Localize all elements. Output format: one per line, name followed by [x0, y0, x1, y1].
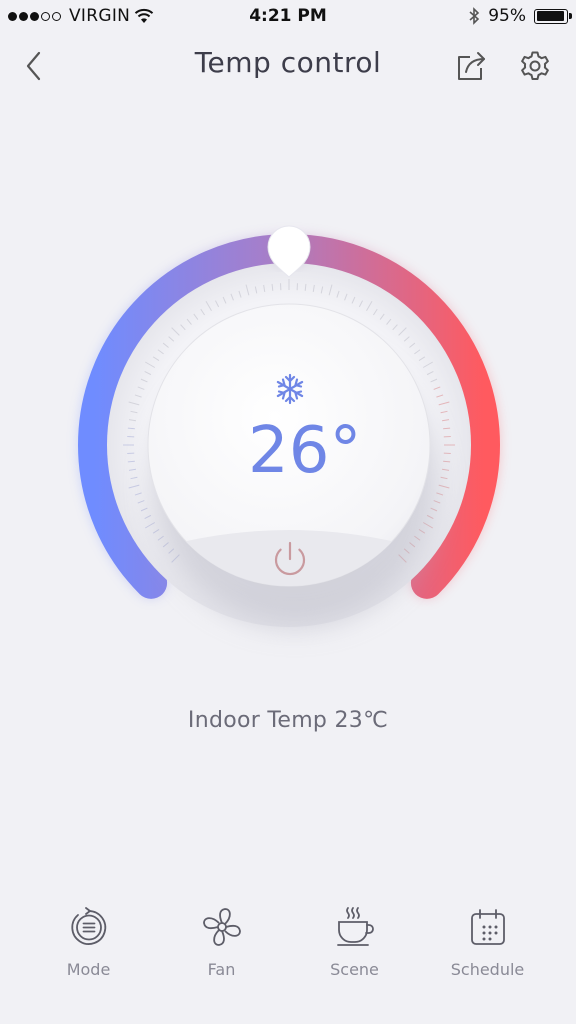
coffee-icon — [336, 907, 374, 946]
tab-mode[interactable]: Mode — [22, 905, 155, 979]
tab-scene[interactable]: Scene — [288, 905, 421, 979]
set-temperature: 26° — [248, 414, 361, 488]
tab-schedule-label: Schedule — [450, 960, 525, 979]
fan-icon — [202, 908, 241, 946]
mode-icon — [70, 907, 106, 945]
tab-fan[interactable]: Fan — [155, 905, 288, 979]
tab-schedule[interactable]: Schedule — [421, 905, 554, 979]
indoor-temperature: Indoor Temp 23℃ — [187, 708, 389, 733]
thermostat-dial: 26° — [78, 225, 500, 627]
calendar-icon — [470, 909, 505, 945]
tab-mode-label: Mode — [66, 960, 111, 979]
tab-fan-label: Fan — [207, 960, 236, 979]
bottom-tab-bar: Mode Fan Scene Schedule — [22, 905, 554, 979]
tab-scene-label: Scene — [330, 960, 379, 979]
